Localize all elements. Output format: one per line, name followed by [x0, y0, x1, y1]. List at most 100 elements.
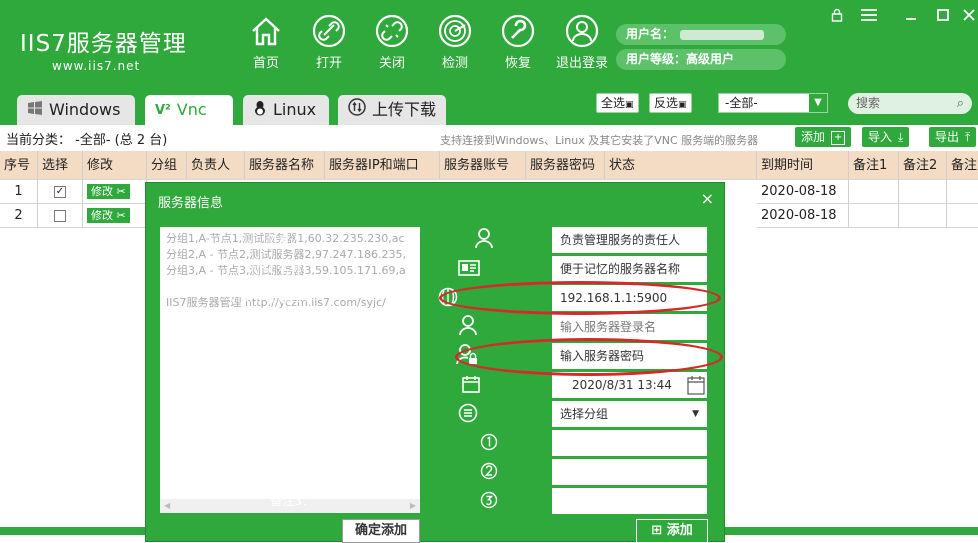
search-icon: ⌕	[956, 96, 964, 111]
current-category: 当前分类： -全部- (总 2 台)	[6, 133, 168, 148]
wrench-icon	[501, 14, 535, 48]
maximize-icon[interactable]	[934, 8, 952, 26]
vnc-group-select[interactable]: 选择分组 ▼	[552, 401, 707, 427]
chevron-down-icon: ▼	[809, 94, 827, 112]
select-all-label: 全选	[601, 96, 626, 110]
nav-open-button[interactable]: 打开	[302, 14, 356, 71]
col-server-password[interactable]: 服务器密码	[526, 151, 605, 180]
row-expire: 2020-08-18	[757, 180, 849, 204]
vnc-group-value: 选择分组	[560, 407, 609, 421]
select-all-icon: ▣	[625, 100, 634, 110]
nav-home-button[interactable]: 首页	[239, 14, 293, 71]
tab-windows[interactable]: Windows	[17, 95, 135, 125]
invert-icon: ▣	[678, 100, 687, 110]
col-index[interactable]: 序号	[0, 151, 38, 180]
sub-toolbar: 当前分类： -全部- (总 2 台) 支持连接到Windows、Linux 及其…	[0, 125, 978, 151]
col-edit[interactable]: 修改	[83, 151, 147, 180]
invert-selection-button[interactable]: 反选▣	[649, 93, 692, 113]
note2-input[interactable]	[552, 459, 707, 485]
dialog-add-label: 添加	[666, 523, 693, 538]
row-note2	[899, 180, 947, 204]
col-note3[interactable]: 备注	[947, 151, 978, 180]
col-server-name[interactable]: 服务器名称	[245, 151, 325, 180]
menu-icon[interactable]	[860, 8, 878, 26]
row-checkbox[interactable]: ✓	[54, 185, 66, 198]
add-button[interactable]: 添加 +	[795, 127, 852, 147]
col-expire[interactable]: 到期时间	[757, 151, 849, 180]
row-note2	[899, 204, 947, 228]
col-select[interactable]: 选择	[38, 151, 83, 180]
row-checkbox-cell	[38, 204, 83, 228]
logo-text: IIS7服务器管理	[20, 31, 187, 57]
chevron-down-icon: ▼	[692, 409, 699, 419]
vnc-account-input[interactable]: 输入服务器登录名	[552, 314, 707, 340]
field-owner-label: 负责人：	[265, 233, 314, 247]
close-window-icon[interactable]	[960, 8, 978, 26]
row-note1	[849, 204, 899, 228]
invert-label: 反选	[654, 96, 679, 110]
support-hint: 支持连接到Windows、Linux 及其它安装了VNC 服务端的服务器	[440, 134, 759, 147]
category-value: -全部-	[725, 96, 758, 110]
nav-close-button[interactable]: 关闭	[365, 14, 419, 71]
search-placeholder: 搜索	[856, 96, 881, 110]
row-edit-button[interactable]: 修改 ✂	[87, 208, 130, 223]
select-all-button[interactable]: 全选▣	[596, 93, 639, 113]
username-blurred	[680, 29, 765, 40]
tab-vnc[interactable]: V² Vnc	[145, 95, 233, 125]
minimize-icon[interactable]	[902, 8, 920, 26]
dialog-add-button[interactable]: ⊞ 添加	[636, 519, 708, 543]
category-select[interactable]: -全部- ▼	[718, 93, 828, 113]
highlight-ring-ip	[439, 281, 721, 315]
import-button[interactable]: 导入 ⤓	[862, 127, 910, 147]
field-note1-label: 备注1：	[270, 436, 314, 450]
col-owner[interactable]: 负责人	[187, 151, 245, 180]
col-status[interactable]: 状态	[605, 151, 757, 180]
row-edit-button[interactable]: 修改 ✂	[87, 184, 130, 199]
row-note3	[947, 204, 978, 228]
col-server-account[interactable]: 服务器账号	[440, 151, 526, 180]
nav-check-button[interactable]: 检测	[428, 14, 482, 71]
table-header: 序号 选择 修改 分组 负责人 服务器名称 服务器IP和端口 服务器账号 服务器…	[0, 151, 978, 180]
col-server-ip[interactable]: 服务器IP和端口	[325, 151, 440, 180]
row-note3	[947, 180, 978, 204]
row-expire: 2020-08-18	[757, 204, 849, 228]
calendar-picker-icon[interactable]	[687, 375, 705, 398]
number-2-icon	[480, 462, 498, 483]
tab-linux[interactable]: Linux	[243, 95, 329, 125]
home-icon	[252, 17, 280, 46]
logo-url: www.iis7.net	[52, 59, 141, 73]
lock-icon[interactable]	[828, 8, 846, 26]
note1-input[interactable]	[552, 430, 707, 456]
col-note2[interactable]: 备注2	[899, 151, 947, 180]
add-label: 添加	[801, 130, 826, 144]
row-checkbox[interactable]	[54, 209, 66, 222]
transfer-icon	[348, 96, 366, 126]
username-badge: 用户名：	[616, 24, 786, 45]
col-note1[interactable]: 备注1	[849, 151, 899, 180]
calendar-icon	[462, 375, 480, 396]
row-checkbox-cell: ✓	[38, 180, 83, 204]
user-level-label: 用户等级：	[626, 52, 687, 66]
nav-check-label: 检测	[441, 56, 468, 71]
tab-transfer[interactable]: 上传下载	[338, 95, 446, 125]
nav-logout-label: 退出登录	[555, 56, 608, 71]
row-index: 1	[0, 180, 38, 204]
col-group[interactable]: 分组	[147, 151, 187, 180]
nav-restore-button[interactable]: 恢复	[491, 14, 545, 71]
search-input[interactable]: 搜索 ⌕	[848, 93, 972, 114]
nav-logout-button[interactable]: 退出登录	[552, 14, 612, 71]
user-level-value: 高级用户	[686, 52, 735, 66]
confirm-add-button[interactable]: 确定添加	[342, 519, 420, 543]
export-button[interactable]: 导出 ⤒	[929, 127, 977, 147]
linux-icon	[253, 96, 267, 126]
tab-windows-label: Windows	[49, 100, 121, 119]
row-edit-label: 修改	[91, 209, 113, 222]
vnc-name-input[interactable]: 便于记忆的服务器名称	[552, 256, 707, 282]
close-icon[interactable]: ×	[701, 189, 714, 208]
tab-linux-label: Linux	[273, 100, 317, 119]
add-icon: +	[831, 130, 846, 145]
field-note3-label: 备注3：	[270, 494, 314, 508]
owner-input[interactable]: 负责管理服务的责任人	[552, 227, 707, 253]
id-card-icon	[458, 260, 480, 279]
note3-input[interactable]	[552, 488, 707, 514]
